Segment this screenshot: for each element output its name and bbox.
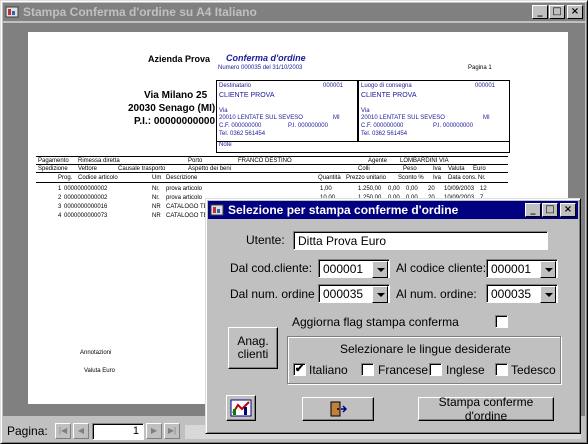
minimize-button[interactable]: _ xyxy=(532,5,548,19)
al-cliente-combo[interactable]: 000001 xyxy=(486,259,558,278)
dest-city: 20010 LENTATE SUL SEVESO xyxy=(219,115,303,121)
inglese-checkbox[interactable] xyxy=(429,363,442,376)
dal-cliente-combo[interactable]: 000001 xyxy=(318,259,390,278)
report-icon-button[interactable] xyxy=(226,395,256,421)
prev-page-button[interactable]: ◀ xyxy=(73,423,89,439)
dal-cliente-label: Dal cod.cliente: xyxy=(230,261,313,275)
francese-checkbox[interactable] xyxy=(361,363,374,376)
main-window-title: Stampa Conferma d'ordine su A4 Italiano xyxy=(23,5,257,19)
anag-label-2: clienti xyxy=(237,347,269,361)
exit-door-icon xyxy=(330,401,347,417)
first-page-button[interactable]: |◀ xyxy=(55,423,71,439)
report-footer-annotazioni: Annotazioni xyxy=(80,350,112,356)
chevron-down-icon[interactable] xyxy=(372,261,388,278)
italiano-label: Italiano xyxy=(309,363,348,377)
inglese-label: Inglese xyxy=(446,363,485,377)
anag-clienti-button[interactable]: Anag. clienti xyxy=(228,327,278,369)
report-icon xyxy=(230,399,252,417)
aggiorna-label: Aggiorna flag stampa conferma xyxy=(292,315,459,329)
main-titlebar[interactable]: Stampa Conferma d'ordine su A4 Italiano xyxy=(3,3,585,21)
ship-label: Luogo di consegna xyxy=(361,83,412,89)
report-address2: 20030 Senago (MI) xyxy=(128,103,216,114)
ship-city: 20010 LENTATE SUL SEVESO xyxy=(361,115,445,121)
utente-field[interactable]: Ditta Prova Euro xyxy=(293,231,548,250)
stampa-conferme-button[interactable]: Stampa conferme d'ordine xyxy=(418,395,554,423)
dialog-title: Selezione per stampa conferme d'ordine xyxy=(228,203,459,217)
dal-cliente-value: 000001 xyxy=(323,262,364,276)
ship-tel: Tel. 0362 561454 xyxy=(361,131,408,137)
col-header: Prog. xyxy=(58,175,73,181)
last-page-button[interactable]: ▶| xyxy=(164,423,180,439)
report-company: Azienda Prova xyxy=(148,54,211,64)
dest-tel: Tel. 0362 561454 xyxy=(219,131,266,137)
utente-label: Utente: xyxy=(246,233,285,247)
page-label: Pagina: xyxy=(7,424,48,438)
dest-pi: P.I. 000000000 xyxy=(288,123,328,129)
dal-ordine-combo[interactable]: 000035 xyxy=(318,284,390,303)
dialog-titlebar[interactable]: Selezione per stampa conferme d'ordine xyxy=(208,201,578,219)
ship-via: Via xyxy=(361,108,370,114)
al-ordine-combo[interactable]: 000035 xyxy=(486,284,558,303)
aggiorna-checkbox[interactable] xyxy=(495,315,508,328)
dal-ordine-label: Dal num. ordine : xyxy=(230,287,322,301)
note-box xyxy=(216,140,510,153)
italiano-checkbox[interactable]: ✔ xyxy=(293,363,306,376)
col-header: Codice articolo xyxy=(78,175,118,181)
tedesco-label: Tedesco xyxy=(511,363,556,377)
lingue-title: Selezionare le lingue desiderate xyxy=(340,342,511,356)
report-address1: Via Milano 25 xyxy=(144,90,208,101)
col-header: Descrizione xyxy=(166,175,198,181)
tedesco-checkbox[interactable] xyxy=(495,363,508,376)
ship-code: 000001 xyxy=(475,83,496,89)
dest-label: Destinatario xyxy=(219,83,252,89)
dialog-app-icon xyxy=(210,203,224,217)
ship-name: CLIENTE PROVA xyxy=(361,92,417,99)
ship-pi: P.I. 000000000 xyxy=(433,123,473,129)
ship-prov: MI xyxy=(483,115,490,121)
note-label: Note xyxy=(219,142,232,148)
close-button[interactable]: × xyxy=(567,5,583,19)
col-header: Iva xyxy=(433,175,442,181)
francese-label: Francese xyxy=(378,363,429,377)
al-cliente-value: 000001 xyxy=(491,262,532,276)
dal-ordine-value: 000035 xyxy=(323,287,364,301)
report-footer-valuta: Valuta Euro xyxy=(84,368,115,374)
al-cliente-label: Al codice cliente: xyxy=(396,261,487,275)
dest-prov: MI xyxy=(333,115,340,121)
selection-dialog: Selezione per stampa conferme d'ordine _… xyxy=(205,198,581,434)
col-header: Prezzo unitario xyxy=(346,175,387,181)
chevron-down-icon[interactable] xyxy=(540,286,556,303)
maximize-button[interactable]: □ xyxy=(549,5,565,19)
col-header: Data cons. xyxy=(448,175,477,181)
page-number-input[interactable]: 1 xyxy=(92,423,144,440)
col-header: Um xyxy=(152,175,162,181)
exit-button[interactable] xyxy=(302,397,374,421)
col-header: Nr. xyxy=(478,175,486,181)
al-ordine-label: Al num. ordine: xyxy=(396,287,477,301)
dest-code: 000001 xyxy=(323,83,344,89)
col-header: Sconto % xyxy=(398,175,424,181)
dialog-minimize-button[interactable]: _ xyxy=(525,203,541,217)
dest-name: CLIENTE PROVA xyxy=(219,92,275,99)
report-page-label: Pagina 1 xyxy=(468,65,492,71)
al-ordine-value: 000035 xyxy=(491,287,532,301)
col-header: Quantità xyxy=(318,175,341,181)
report-doc-number: Numero 000035 del 31/10/2003 xyxy=(218,65,303,71)
dialog-close-button[interactable]: × xyxy=(560,203,576,217)
ship-cf: C.F. 000000000 xyxy=(361,123,404,129)
chevron-down-icon[interactable] xyxy=(540,261,556,278)
dest-cf: C.F. 000000000 xyxy=(219,123,262,129)
next-page-button[interactable]: ▶ xyxy=(146,423,162,439)
dialog-maximize-button[interactable]: □ xyxy=(542,203,558,217)
dest-via: Via xyxy=(219,108,228,114)
report-doc-title: Conferma d'ordine xyxy=(226,53,306,63)
app-icon xyxy=(5,5,19,19)
chevron-down-icon[interactable] xyxy=(372,286,388,303)
report-vat: P.I.: 00000000000 xyxy=(134,116,216,127)
